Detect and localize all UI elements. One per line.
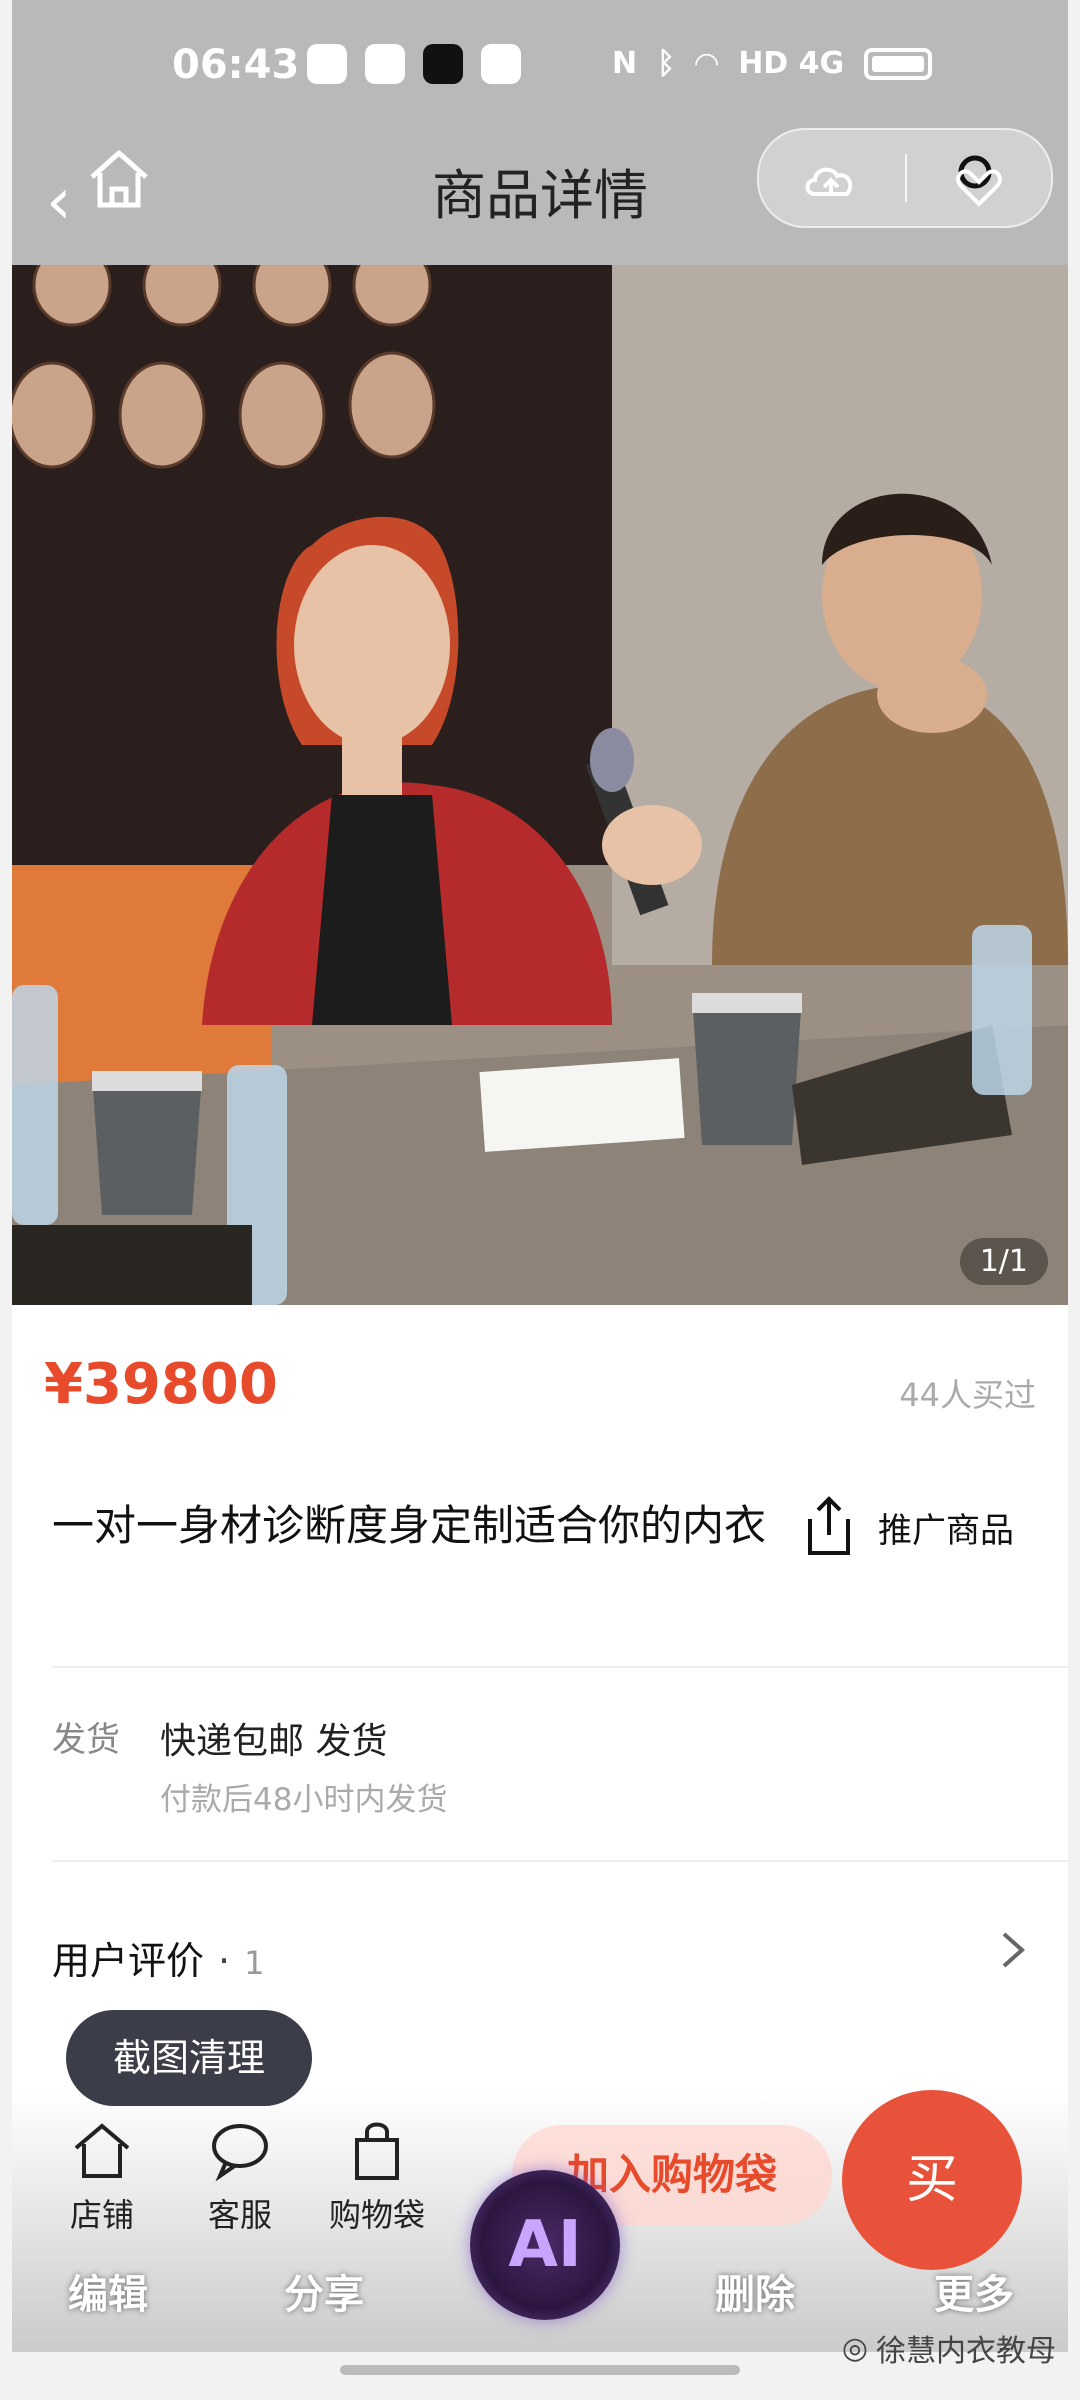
- more-button[interactable]: 更多: [934, 2262, 1014, 2320]
- promote-label: 推广商品: [878, 1510, 1014, 1551]
- sold-count: 44人买过: [899, 1376, 1036, 1414]
- mini-program-capsule: [757, 128, 1053, 228]
- reviews-label: 用户评价: [52, 1939, 205, 1983]
- app-notification-icon: [481, 44, 521, 84]
- image-counter: 1/1: [959, 1238, 1048, 1285]
- store-label: 店铺: [69, 2196, 134, 2234]
- app-notification-icon: [365, 44, 405, 84]
- reviews-count: 1: [244, 1944, 265, 1982]
- shipping-value: 快递包邮 发货: [160, 1721, 388, 1762]
- status-app-icons: [307, 44, 521, 84]
- ai-button[interactable]: AI: [470, 2170, 620, 2320]
- page-header: ‹ 商品详情: [12, 125, 1068, 265]
- home-icon: [74, 2123, 130, 2178]
- promote-button[interactable]: 推广商品: [802, 1495, 1014, 1559]
- product-image[interactable]: 1/1: [12, 265, 1068, 1305]
- battery-icon: [864, 47, 933, 80]
- product-title: 一对一身材诊断度身定制适合你的内衣: [52, 1501, 767, 1550]
- shipping-note: 付款后48小时内发货: [160, 1782, 448, 1818]
- delete-button[interactable]: 删除: [715, 2262, 795, 2320]
- store-button[interactable]: 店铺: [52, 2118, 152, 2236]
- share-button[interactable]: 分享: [284, 2262, 364, 2320]
- shipping-label: 发货: [52, 1720, 120, 1760]
- reviews-dot: ·: [218, 1939, 231, 1983]
- share-upload-icon: [808, 1496, 850, 1555]
- product-price: ¥39800: [44, 1352, 278, 1417]
- status-bar: 06:43 N ᛒ ◠ HD 4G: [12, 0, 1068, 125]
- watermark-text: 徐慧内衣教母: [876, 2334, 1056, 2369]
- service-label: 客服: [207, 2196, 272, 2234]
- favorite-heart-icon[interactable]: [949, 150, 1009, 210]
- home-indicator[interactable]: [340, 2365, 740, 2375]
- chat-bubble-icon: [212, 2124, 268, 2182]
- wifi-icon: ◠: [695, 46, 719, 81]
- buy-button[interactable]: 买: [842, 2090, 1022, 2270]
- wechat-icon: ◎: [841, 2330, 868, 2366]
- shopping-bag-button[interactable]: 购物袋: [322, 2118, 432, 2236]
- bag-label: 购物袋: [328, 2196, 425, 2234]
- reviews-row[interactable]: 用户评价 · 1: [52, 1930, 264, 1985]
- watermark: ◎ 徐慧内衣教母: [842, 2326, 1056, 2370]
- status-indicators: N ᛒ ◠ HD 4G: [612, 46, 933, 81]
- screenshot-clean-toast[interactable]: 截图清理: [66, 2010, 312, 2106]
- shopping-bag-icon: [355, 2122, 399, 2180]
- event-photo: [12, 265, 1068, 1305]
- edit-button[interactable]: 编辑: [68, 2262, 148, 2320]
- status-time: 06:43: [172, 42, 300, 88]
- nfc-icon: N: [612, 46, 638, 81]
- customer-service-button[interactable]: 客服: [190, 2118, 290, 2236]
- signal-text: HD 4G: [738, 46, 845, 81]
- divider: [52, 1666, 1068, 1668]
- share-cloud-icon[interactable]: [801, 150, 861, 210]
- app-notification-icon: [307, 44, 347, 84]
- tiktok-icon: [423, 44, 463, 84]
- screen: 06:43 N ᛒ ◠ HD 4G ‹ 商品详情 1/1 ¥39800 44人买…: [12, 0, 1068, 2352]
- capsule-separator: [905, 154, 907, 202]
- chevron-right-icon[interactable]: [1000, 1930, 1026, 1970]
- bluetooth-icon: ᛒ: [657, 46, 676, 81]
- divider: [52, 1860, 1068, 1862]
